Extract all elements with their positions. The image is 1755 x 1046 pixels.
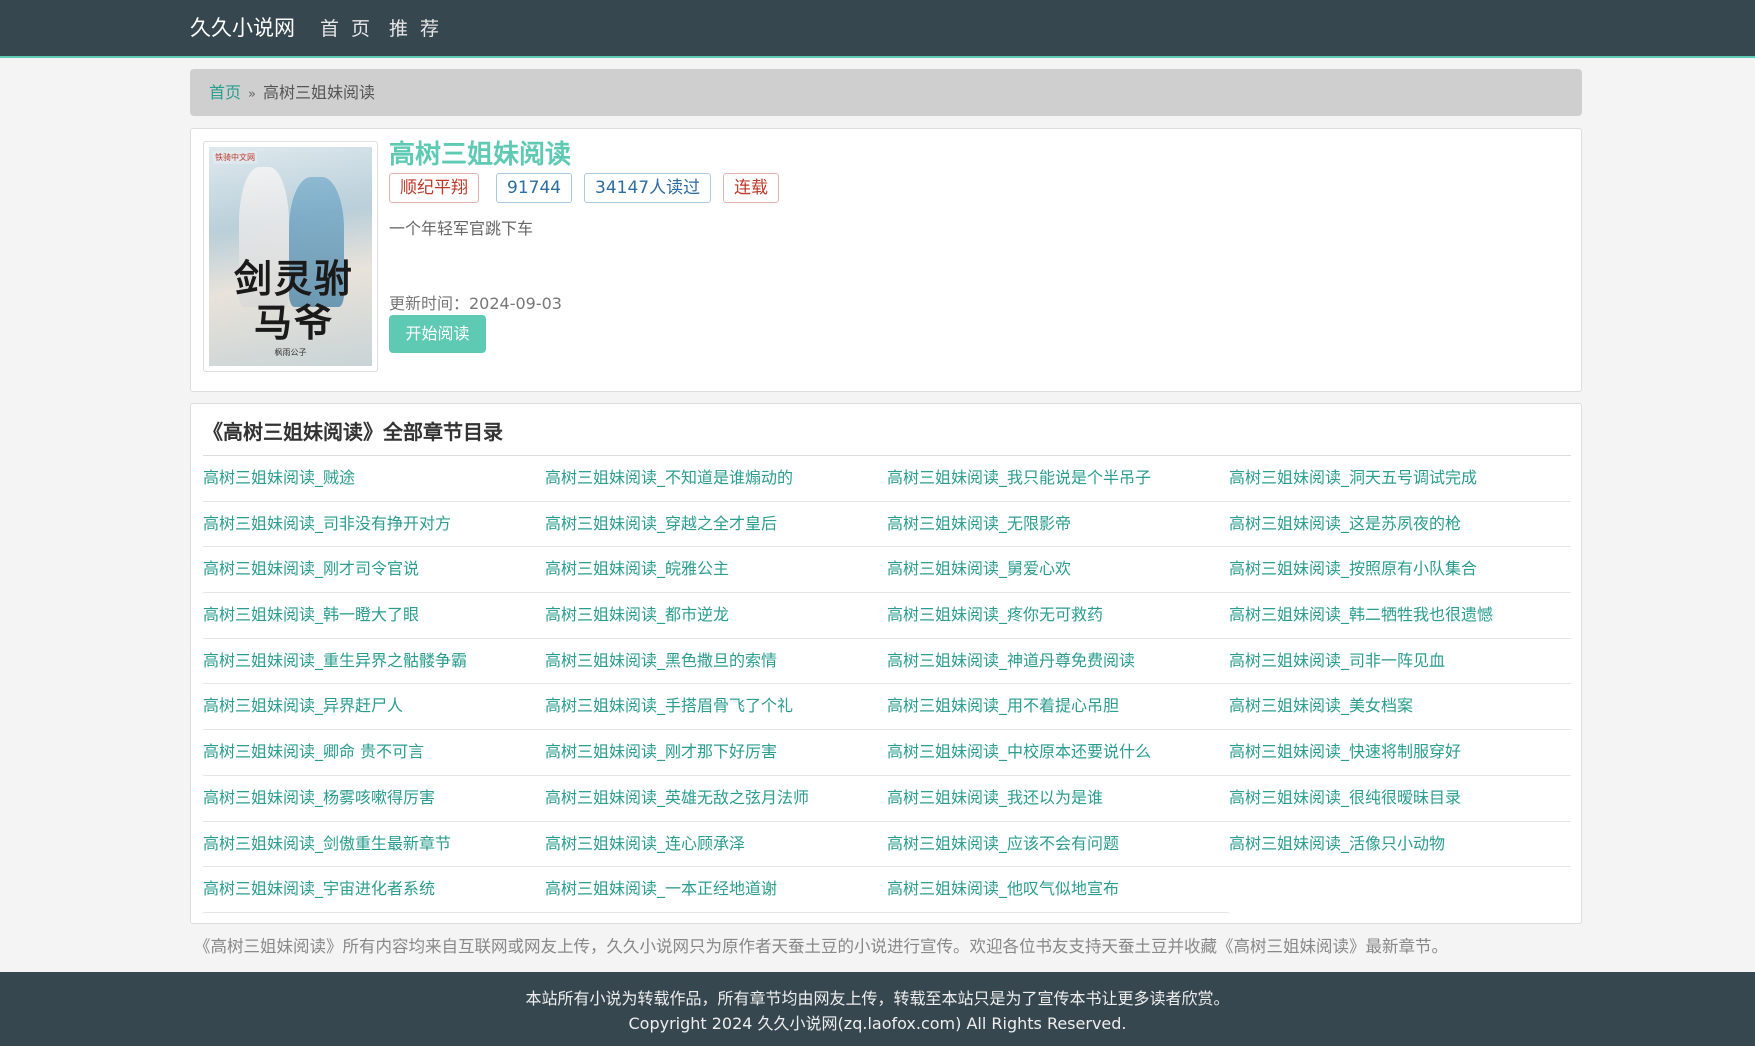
- chapter-link[interactable]: 高树三姐妹阅读_皖雅公主: [545, 547, 887, 594]
- chapter-link[interactable]: 高树三姐妹阅读_不知道是谁煽动的: [545, 456, 887, 502]
- status-tag: 连载: [723, 173, 779, 203]
- chapter-link[interactable]: 高树三姐妹阅读_重生异界之骷髅争霸: [203, 639, 545, 685]
- breadcrumb-home-link[interactable]: 首页: [209, 83, 241, 102]
- chapter-link[interactable]: 高树三姐妹阅读_穿越之全才皇后: [545, 502, 887, 548]
- chapter-list-heading: 《高树三姐妹阅读》全部章节目录: [203, 414, 1571, 456]
- chapter-link[interactable]: 高树三姐妹阅读_韩二牺牲我也很遗憾: [1229, 593, 1571, 639]
- chapter-link[interactable]: 高树三姐妹阅读_贼途: [203, 456, 545, 502]
- breadcrumb-current: 高树三姐妹阅读: [262, 83, 375, 102]
- chapter-link[interactable]: 高树三姐妹阅读_司非没有挣开对方: [203, 502, 545, 548]
- breadcrumb-separator: »: [248, 87, 256, 102]
- footer-notice: 本站所有小说为转载作品，所有章节均由网友上传，转载至本站只是为了宣传本书让更多读…: [525, 989, 1230, 1008]
- chapter-link[interactable]: 高树三姐妹阅读_洞天五号调试完成: [1229, 456, 1571, 502]
- chapter-link[interactable]: 高树三姐妹阅读_都市逆龙: [545, 593, 887, 639]
- author-tag: 顺纪平翔: [389, 173, 479, 203]
- book-cover-image: 铁骑中文网 剑灵驸马爷 枫雨公子: [209, 147, 372, 366]
- book-title: 高树三姐妹阅读: [389, 140, 572, 170]
- chapter-link[interactable]: 高树三姐妹阅读_司非一阵见血: [1229, 639, 1571, 685]
- chapter-link[interactable]: 高树三姐妹阅读_黑色撒旦的索情: [545, 639, 887, 685]
- chapter-link[interactable]: 高树三姐妹阅读_异界赶尸人: [203, 684, 545, 731]
- cover-author: 枫雨公子: [274, 348, 307, 357]
- copyright-disclaimer: 《高树三姐妹阅读》所有内容均来自互联网或网友上传，久久小说网只为原作者天蚕土豆的…: [194, 937, 1448, 956]
- footer-copyright: Copyright 2024 久久小说网(zq.laofox.com) All …: [628, 1014, 1127, 1033]
- chapter-link[interactable]: 高树三姐妹阅读_一本正经地道谢: [545, 867, 887, 913]
- nav-recommend-link[interactable]: 推 荐: [389, 16, 442, 42]
- book-cover-link[interactable]: 铁骑中文网 剑灵驸马爷 枫雨公子: [203, 141, 378, 372]
- chapter-link[interactable]: 高树三姐妹阅读_按照原有小队集合: [1229, 547, 1571, 594]
- update-time: 更新时间：2024-09-03: [389, 294, 562, 313]
- chapter-link[interactable]: 高树三姐妹阅读_宇宙进化者系统: [203, 867, 545, 913]
- chapter-link[interactable]: 高树三姐妹阅读_刚才司令官说: [203, 547, 545, 594]
- chapter-link[interactable]: 高树三姐妹阅读_这是苏夙夜的枪: [1229, 502, 1571, 548]
- chapter-link[interactable]: 高树三姐妹阅读_他叹气似地宣布: [887, 867, 1229, 913]
- chapter-link[interactable]: 高树三姐妹阅读_连心顾承泽: [545, 822, 887, 868]
- book-intro: 一个年轻军官跳下车: [389, 219, 534, 238]
- chapter-list-panel: 《高树三姐妹阅读》全部章节目录 高树三姐妹阅读_贼途 高树三姐妹阅读_不知道是谁煽…: [190, 403, 1582, 924]
- chapter-link[interactable]: 高树三姐妹阅读_杨雾咳嗽得厉害: [203, 776, 545, 822]
- chapter-link[interactable]: 高树三姐妹阅读_美女档案: [1229, 684, 1571, 731]
- cover-publisher-logo: 铁骑中文网: [213, 151, 257, 164]
- chapter-link[interactable]: 高树三姐妹阅读_用不着提心吊胆: [887, 684, 1229, 731]
- cover-title-calligraphy: 剑灵驸马爷: [233, 256, 354, 345]
- chapter-link[interactable]: 高树三姐妹阅读_舅爱心欢: [887, 547, 1229, 594]
- chapter-link[interactable]: 高树三姐妹阅读_英雄无敌之弦月法师: [545, 776, 887, 822]
- site-footer: 本站所有小说为转载作品，所有章节均由网友上传，转载至本站只是为了宣传本书让更多读…: [0, 972, 1755, 1046]
- chapter-link[interactable]: 高树三姐妹阅读_手搭眉骨飞了个礼: [545, 684, 887, 731]
- chapter-link[interactable]: 高树三姐妹阅读_神道丹尊免费阅读: [887, 639, 1229, 685]
- chapter-link[interactable]: 高树三姐妹阅读_卿命 贵不可言: [203, 730, 545, 776]
- start-reading-button[interactable]: 开始阅读: [389, 315, 486, 353]
- read-count-tag: 34147人读过: [584, 173, 712, 203]
- chapter-link[interactable]: 高树三姐妹阅读_中校原本还要说什么: [887, 730, 1229, 776]
- site-brand-link[interactable]: 久久小说网: [190, 14, 295, 42]
- top-navbar: 久久小说网 首 页 推 荐: [0, 0, 1755, 58]
- chapter-link[interactable]: 高树三姐妹阅读_很纯很暧昧目录: [1229, 776, 1571, 822]
- chapter-link[interactable]: 高树三姐妹阅读_刚才那下好厉害: [545, 730, 887, 776]
- chapter-link[interactable]: 高树三姐妹阅读_韩一瞪大了眼: [203, 593, 545, 639]
- nav-home-link[interactable]: 首 页: [320, 16, 373, 42]
- chapter-link[interactable]: 高树三姐妹阅读_疼你无可救药: [887, 593, 1229, 639]
- chapter-link[interactable]: 高树三姐妹阅读_我只能说是个半吊子: [887, 456, 1229, 502]
- chapter-link[interactable]: 高树三姐妹阅读_我还以为是谁: [887, 776, 1229, 822]
- chapter-grid: 高树三姐妹阅读_贼途 高树三姐妹阅读_不知道是谁煽动的 高树三姐妹阅读_我只能说是个…: [203, 456, 1571, 913]
- word-count-tag: 91744: [496, 173, 573, 203]
- chapter-link[interactable]: 高树三姐妹阅读_剑傲重生最新章节: [203, 822, 545, 868]
- breadcrumb: 首页 » 高树三姐妹阅读: [190, 69, 1582, 116]
- chapter-link[interactable]: 高树三姐妹阅读_无限影帝: [887, 502, 1229, 548]
- chapter-link[interactable]: 高树三姐妹阅读_应该不会有问题: [887, 822, 1229, 868]
- chapter-link[interactable]: 高树三姐妹阅读_快速将制服穿好: [1229, 730, 1571, 776]
- chapter-link[interactable]: 高树三姐妹阅读_活像只小动物: [1229, 822, 1571, 868]
- book-info-panel: 铁骑中文网 剑灵驸马爷 枫雨公子 高树三姐妹阅读 顺纪平翔 91744 3414…: [190, 128, 1582, 392]
